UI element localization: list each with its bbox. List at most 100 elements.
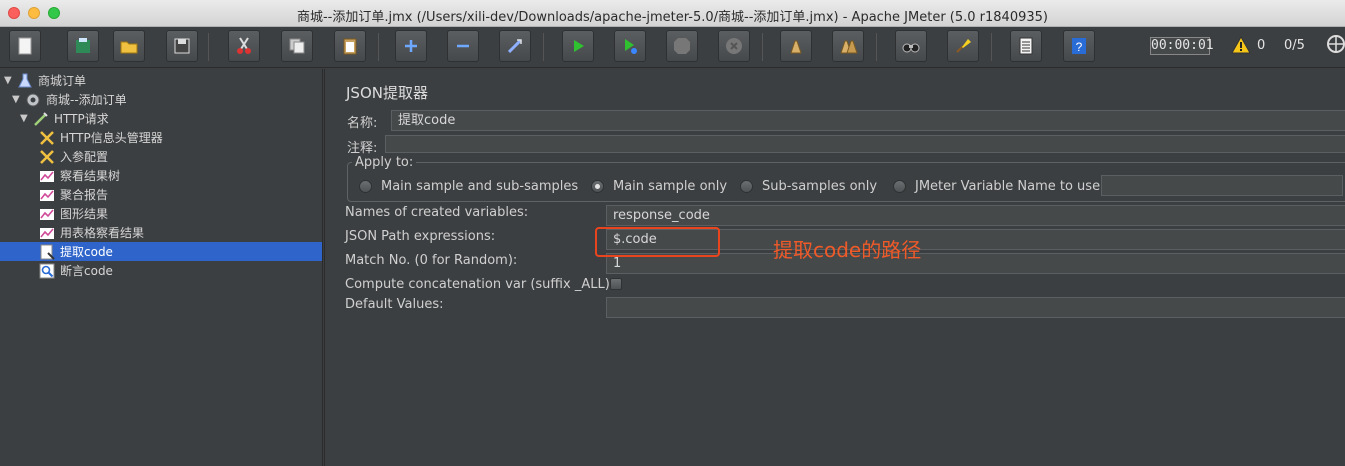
- shutdown-button[interactable]: [718, 30, 750, 62]
- tree-node-test-plan[interactable]: ▼ 商城订单: [4, 71, 322, 90]
- concat-var-label: Compute concatenation var (suffix _ALL):: [345, 277, 615, 292]
- name-label: 名称:: [347, 116, 378, 131]
- start-icon: [574, 40, 584, 52]
- tree-node-table-results[interactable]: 用表格察看结果: [38, 223, 322, 242]
- reset-search-icon: [956, 39, 971, 53]
- active-threads: 0/5: [1284, 38, 1305, 53]
- collapse-arrow-icon[interactable]: ▼: [4, 75, 14, 86]
- tree-node-view-results-tree[interactable]: 察看结果树: [38, 166, 322, 185]
- thread-group-icon: [24, 91, 42, 109]
- radio-main-sample-only[interactable]: Main sample only: [591, 179, 727, 194]
- search-button[interactable]: [895, 30, 927, 62]
- pane-splitter[interactable]: [324, 69, 334, 466]
- new-button[interactable]: [9, 30, 41, 62]
- toggle-icon: [507, 38, 523, 54]
- clear-icon: [790, 40, 802, 54]
- sampler-icon: [32, 110, 50, 128]
- stop-icon: [674, 38, 690, 54]
- toolbar: ? 00:00:01 0 0/5: [0, 27, 1345, 68]
- function-helper-icon: [1019, 37, 1033, 55]
- radio-dot-selected[interactable]: [591, 180, 604, 193]
- new-icon: [18, 37, 32, 55]
- listener-icon: [38, 167, 56, 185]
- paste-icon: [343, 38, 357, 55]
- listener-icon: [38, 224, 56, 242]
- elapsed-timer: 00:00:01: [1150, 37, 1214, 55]
- copy-button[interactable]: [281, 30, 313, 62]
- paste-button[interactable]: [334, 30, 366, 62]
- jmeter-window: 商城--添加订单.jmx (/Users/xili-dev/Downloads/…: [0, 0, 1345, 466]
- radio-dot[interactable]: [740, 180, 753, 193]
- tree-node-param-config[interactable]: 入参配置: [38, 147, 322, 166]
- remote-icon[interactable]: [1326, 34, 1345, 54]
- clear-button[interactable]: [780, 30, 812, 62]
- title-bar: 商城--添加订单.jmx (/Users/xili-dev/Downloads/…: [0, 0, 1345, 27]
- clear-all-icon: [840, 40, 858, 54]
- extractor-icon: [38, 243, 56, 261]
- open-icon: [120, 41, 138, 54]
- tree-node-graph-results[interactable]: 图形结果: [38, 204, 322, 223]
- save-button[interactable]: [166, 30, 198, 62]
- start-button[interactable]: [562, 30, 594, 62]
- listener-icon: [38, 205, 56, 223]
- start-no-pause-icon: [625, 39, 637, 54]
- warning-icon[interactable]: [1231, 36, 1251, 54]
- help-icon: ?: [1072, 38, 1086, 54]
- templates-icon: [76, 38, 90, 53]
- cut-icon: [237, 37, 251, 54]
- radio-main-and-sub-samples[interactable]: Main sample and sub-samples: [359, 179, 578, 194]
- apply-to-legend: Apply to:: [352, 155, 417, 170]
- collapse-arrow-icon[interactable]: ▼: [20, 113, 30, 124]
- tree-node-http-request[interactable]: ▼ HTTP请求: [20, 109, 322, 128]
- radio-dot[interactable]: [893, 180, 906, 193]
- expand-all-button[interactable]: [395, 30, 427, 62]
- tree-node-extract-code[interactable]: 提取code: [0, 242, 322, 261]
- window-title: 商城--添加订单.jmx (/Users/xili-dev/Downloads/…: [296, 10, 1048, 25]
- variables-input[interactable]: response_code: [606, 205, 1345, 226]
- warning-count: 0: [1257, 38, 1266, 53]
- config-icon: [38, 129, 56, 147]
- annotation-text: 提取code的路径: [773, 238, 922, 262]
- reset-search-button[interactable]: [947, 30, 979, 62]
- start-no-pauses-button[interactable]: [614, 30, 646, 62]
- radio-sub-samples-only[interactable]: Sub-samples only: [740, 179, 877, 194]
- radio-dot[interactable]: [359, 180, 372, 193]
- tree-node-header-manager[interactable]: HTTP信息头管理器: [38, 128, 322, 147]
- collapse-icon: [457, 44, 469, 48]
- tree-node-assert-code[interactable]: 断言code: [38, 261, 322, 280]
- json-path-label: JSON Path expressions:: [345, 229, 496, 244]
- function-helper-button[interactable]: [1010, 30, 1042, 62]
- jmeter-variable-input[interactable]: [1101, 175, 1343, 196]
- name-input[interactable]: 提取code: [391, 110, 1345, 131]
- json-extractor-panel: JSON提取器 名称: 提取code 注释: Apply to: Main sa…: [335, 69, 1345, 466]
- toggle-button[interactable]: [499, 30, 531, 62]
- test-plan-icon: [16, 72, 34, 90]
- concat-var-checkbox[interactable]: [610, 278, 622, 290]
- clear-all-button[interactable]: [832, 30, 864, 62]
- assertion-icon: [38, 262, 56, 280]
- open-button[interactable]: [113, 30, 145, 62]
- comment-input[interactable]: [385, 135, 1345, 153]
- help-button[interactable]: ?: [1063, 30, 1095, 62]
- tree-node-thread-group[interactable]: ▼ 商城--添加订单: [12, 90, 322, 109]
- variables-label: Names of created variables:: [345, 205, 529, 220]
- test-plan-tree: ▼ 商城订单 ▼ 商城--添加订单 ▼ HTTP请求 HTTP信息头管理器 入参…: [0, 69, 323, 466]
- shutdown-icon: [726, 38, 742, 54]
- radio-jmeter-variable[interactable]: JMeter Variable Name to use: [893, 179, 1100, 194]
- default-values-label: Default Values:: [345, 297, 444, 312]
- stop-button[interactable]: [666, 30, 698, 62]
- collapse-all-button[interactable]: [447, 30, 479, 62]
- cut-button[interactable]: [228, 30, 260, 62]
- copy-icon: [289, 38, 305, 54]
- annotation-highlight-box: [595, 227, 720, 257]
- tree-node-aggregate-report[interactable]: 聚合报告: [38, 185, 322, 204]
- match-no-label: Match No. (0 for Random):: [345, 253, 518, 268]
- panel-title: JSON提取器: [346, 84, 428, 102]
- collapse-arrow-icon[interactable]: ▼: [12, 94, 22, 105]
- comment-label: 注释:: [347, 141, 378, 156]
- search-icon: [902, 43, 920, 53]
- templates-button[interactable]: [67, 30, 99, 62]
- expand-icon: [405, 40, 417, 52]
- config-icon: [38, 148, 56, 166]
- default-values-input[interactable]: [606, 297, 1345, 318]
